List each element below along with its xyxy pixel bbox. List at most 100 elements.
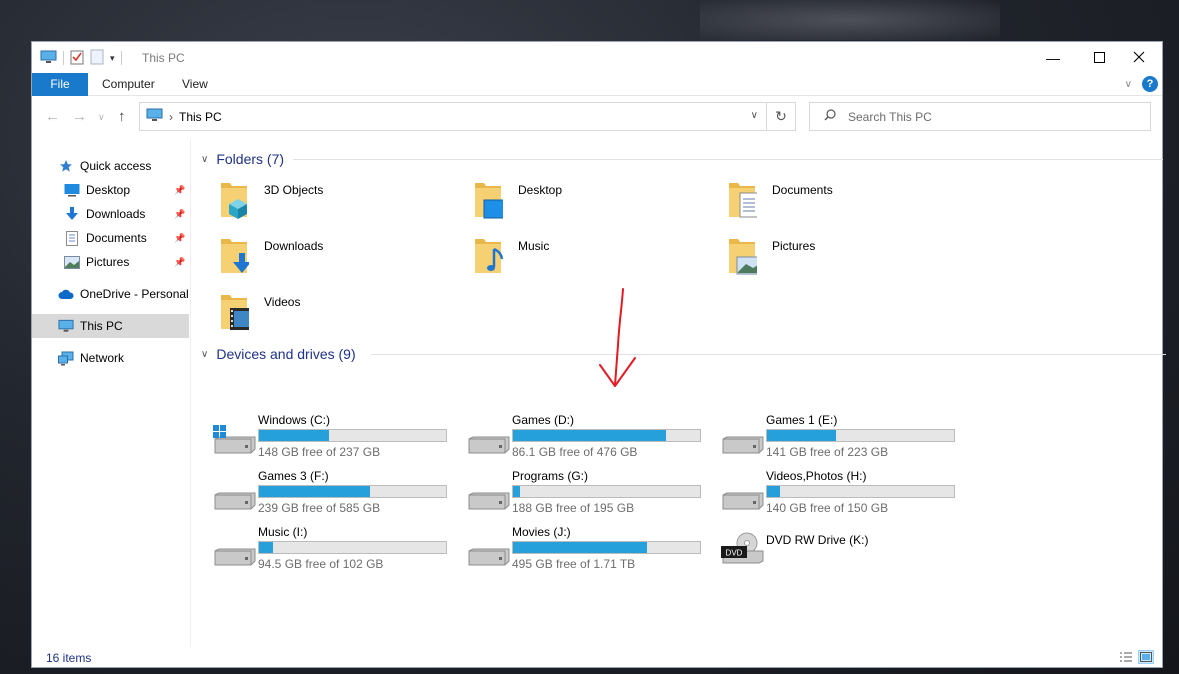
tab-file[interactable]: File bbox=[32, 73, 88, 96]
details-view-button[interactable] bbox=[1118, 650, 1134, 664]
help-icon[interactable]: ? bbox=[1142, 76, 1158, 92]
nav-item-this-pc[interactable]: This PC bbox=[32, 314, 189, 338]
computer-icon bbox=[146, 108, 163, 125]
hard-drive-icon bbox=[214, 548, 256, 566]
up-arrow-icon[interactable]: ↑ bbox=[118, 108, 126, 125]
drive-item-g[interactable]: Programs (G:) 188 GB free of 195 GB bbox=[467, 467, 721, 519]
folder-item-documents[interactable]: Documents bbox=[727, 179, 977, 231]
drive-usage-bar bbox=[258, 541, 447, 554]
folder-item-downloads[interactable]: Downloads bbox=[219, 235, 469, 287]
drive-usage-bar bbox=[512, 541, 701, 554]
drive-item-k[interactable]: DVD DVD RW Drive (K:) bbox=[721, 523, 975, 575]
properties-icon[interactable] bbox=[70, 49, 84, 68]
drives-group-header[interactable]: ∨ Devices and drives (9) bbox=[201, 344, 1166, 364]
drive-usage-fill bbox=[513, 486, 520, 497]
folder-item-desktop[interactable]: Desktop bbox=[473, 179, 723, 231]
folder-label: Videos bbox=[264, 295, 301, 309]
drive-usage-fill bbox=[767, 486, 780, 497]
videos-folder-icon bbox=[221, 295, 249, 330]
drive-free-space: 94.5 GB free of 102 GB bbox=[258, 557, 384, 571]
nav-item-downloads[interactable]: Downloads 📌 bbox=[64, 202, 190, 226]
group-divider bbox=[371, 354, 1166, 355]
nav-item-documents[interactable]: Documents 📌 bbox=[64, 226, 190, 250]
pin-icon[interactable]: 📌 bbox=[174, 185, 185, 196]
drive-label: Videos,Photos (H:) bbox=[766, 469, 867, 483]
drive-free-space: 140 GB free of 150 GB bbox=[766, 501, 889, 515]
tab-view[interactable]: View bbox=[182, 73, 208, 96]
drive-item-d[interactable]: Games (D:) 86.1 GB free of 476 GB bbox=[467, 411, 721, 463]
dvd-badge-text: DVD bbox=[726, 549, 743, 558]
folder-item-3d-objects[interactable]: 3D Objects bbox=[219, 179, 469, 231]
pin-icon[interactable]: 📌 bbox=[174, 257, 185, 268]
collapse-chevron-icon[interactable]: ∨ bbox=[201, 154, 208, 165]
tab-computer[interactable]: Computer bbox=[102, 73, 155, 96]
breadcrumb-this-pc[interactable]: This PC bbox=[179, 110, 222, 124]
drive-label: Games 3 (F:) bbox=[258, 469, 329, 483]
drive-item-i[interactable]: Music (I:) 94.5 GB free of 102 GB bbox=[213, 523, 467, 575]
title-bar: ▾ This PC — bbox=[32, 42, 1162, 73]
drive-free-space: 148 GB free of 237 GB bbox=[258, 445, 381, 459]
recent-locations-icon[interactable]: ∨ bbox=[98, 112, 105, 123]
drive-label: DVD RW Drive (K:) bbox=[766, 533, 869, 547]
ribbon-right-controls: ∨ ? bbox=[1125, 76, 1158, 92]
address-dropdown-icon[interactable]: ∨ bbox=[751, 110, 758, 121]
forward-arrow-icon[interactable]: → bbox=[72, 108, 87, 125]
drive-item-c[interactable]: Windows (C:) 148 GB free of 237 GB bbox=[213, 411, 467, 463]
download-icon bbox=[64, 206, 80, 222]
drive-usage-fill bbox=[259, 430, 330, 441]
downloads-folder-icon bbox=[221, 239, 249, 273]
music-folder-icon bbox=[475, 239, 503, 273]
folder-label: Documents bbox=[772, 183, 833, 197]
drive-usage-bar bbox=[258, 485, 447, 498]
drive-label: Music (I:) bbox=[258, 525, 308, 539]
refresh-icon: ↻ bbox=[775, 108, 787, 124]
folder-label: Pictures bbox=[772, 239, 816, 253]
nav-item-desktop[interactable]: Desktop 📌 bbox=[64, 178, 190, 202]
qat-separator bbox=[63, 51, 64, 65]
collapse-chevron-icon[interactable]: ∨ bbox=[201, 349, 208, 360]
computer-icon bbox=[58, 318, 74, 334]
new-folder-icon[interactable] bbox=[90, 49, 104, 68]
nav-item-pictures[interactable]: Pictures 📌 bbox=[64, 250, 190, 274]
title-separator bbox=[120, 51, 122, 65]
pictures-folder-icon bbox=[729, 239, 757, 275]
folder-label: Music bbox=[518, 239, 550, 253]
cloud-icon bbox=[58, 286, 74, 302]
picture-icon bbox=[64, 254, 80, 270]
hard-drive-icon bbox=[214, 492, 256, 510]
minimize-button[interactable]: — bbox=[1030, 42, 1076, 73]
search-input[interactable]: Search This PC bbox=[848, 110, 932, 124]
content-area: ∨ Folders (7) 3D Objects Desktop Documen… bbox=[191, 139, 1166, 647]
network-icon bbox=[58, 350, 74, 366]
3d-objects-folder-icon bbox=[221, 183, 247, 219]
close-button[interactable] bbox=[1116, 42, 1162, 73]
drive-label: Games (D:) bbox=[512, 413, 575, 427]
drive-item-f[interactable]: Games 3 (F:) 239 GB free of 585 GB bbox=[213, 467, 467, 519]
drive-item-j[interactable]: Movies (J:) 495 GB free of 1.71 TB bbox=[467, 523, 721, 575]
drive-usage-fill bbox=[259, 486, 370, 497]
minimize-icon: — bbox=[1046, 49, 1060, 66]
pin-icon[interactable]: 📌 bbox=[174, 209, 185, 220]
nav-item-network[interactable]: Network bbox=[58, 346, 124, 370]
pin-icon[interactable]: 📌 bbox=[174, 233, 185, 244]
customize-qat-icon[interactable]: ▾ bbox=[110, 53, 115, 64]
hard-drive-icon bbox=[468, 436, 510, 454]
hard-drive-icon bbox=[722, 492, 764, 510]
folder-item-pictures[interactable]: Pictures bbox=[727, 235, 977, 287]
search-box[interactable]: Search This PC bbox=[809, 102, 1151, 131]
nav-item-label: This PC bbox=[80, 319, 123, 333]
large-icons-view-button[interactable] bbox=[1138, 650, 1154, 664]
maximize-icon bbox=[1093, 50, 1105, 66]
drive-item-e[interactable]: Games 1 (E:) 141 GB free of 223 GB bbox=[721, 411, 975, 463]
folder-item-music[interactable]: Music bbox=[473, 235, 723, 287]
folder-label: Downloads bbox=[264, 239, 324, 253]
address-bar[interactable]: › This PC ∨ bbox=[139, 102, 767, 131]
nav-item-onedrive[interactable]: OneDrive - Personal bbox=[58, 282, 189, 306]
expand-ribbon-icon[interactable]: ∨ bbox=[1125, 79, 1132, 90]
back-arrow-icon[interactable]: ← bbox=[45, 108, 60, 125]
folders-group-header[interactable]: ∨ Folders (7) bbox=[201, 149, 1163, 169]
drive-item-h[interactable]: Videos,Photos (H:) 140 GB free of 150 GB bbox=[721, 467, 975, 519]
nav-item-quick-access[interactable]: Quick access bbox=[58, 154, 151, 178]
folder-item-videos[interactable]: Videos bbox=[219, 291, 469, 343]
refresh-button[interactable]: ↻ bbox=[767, 102, 796, 131]
